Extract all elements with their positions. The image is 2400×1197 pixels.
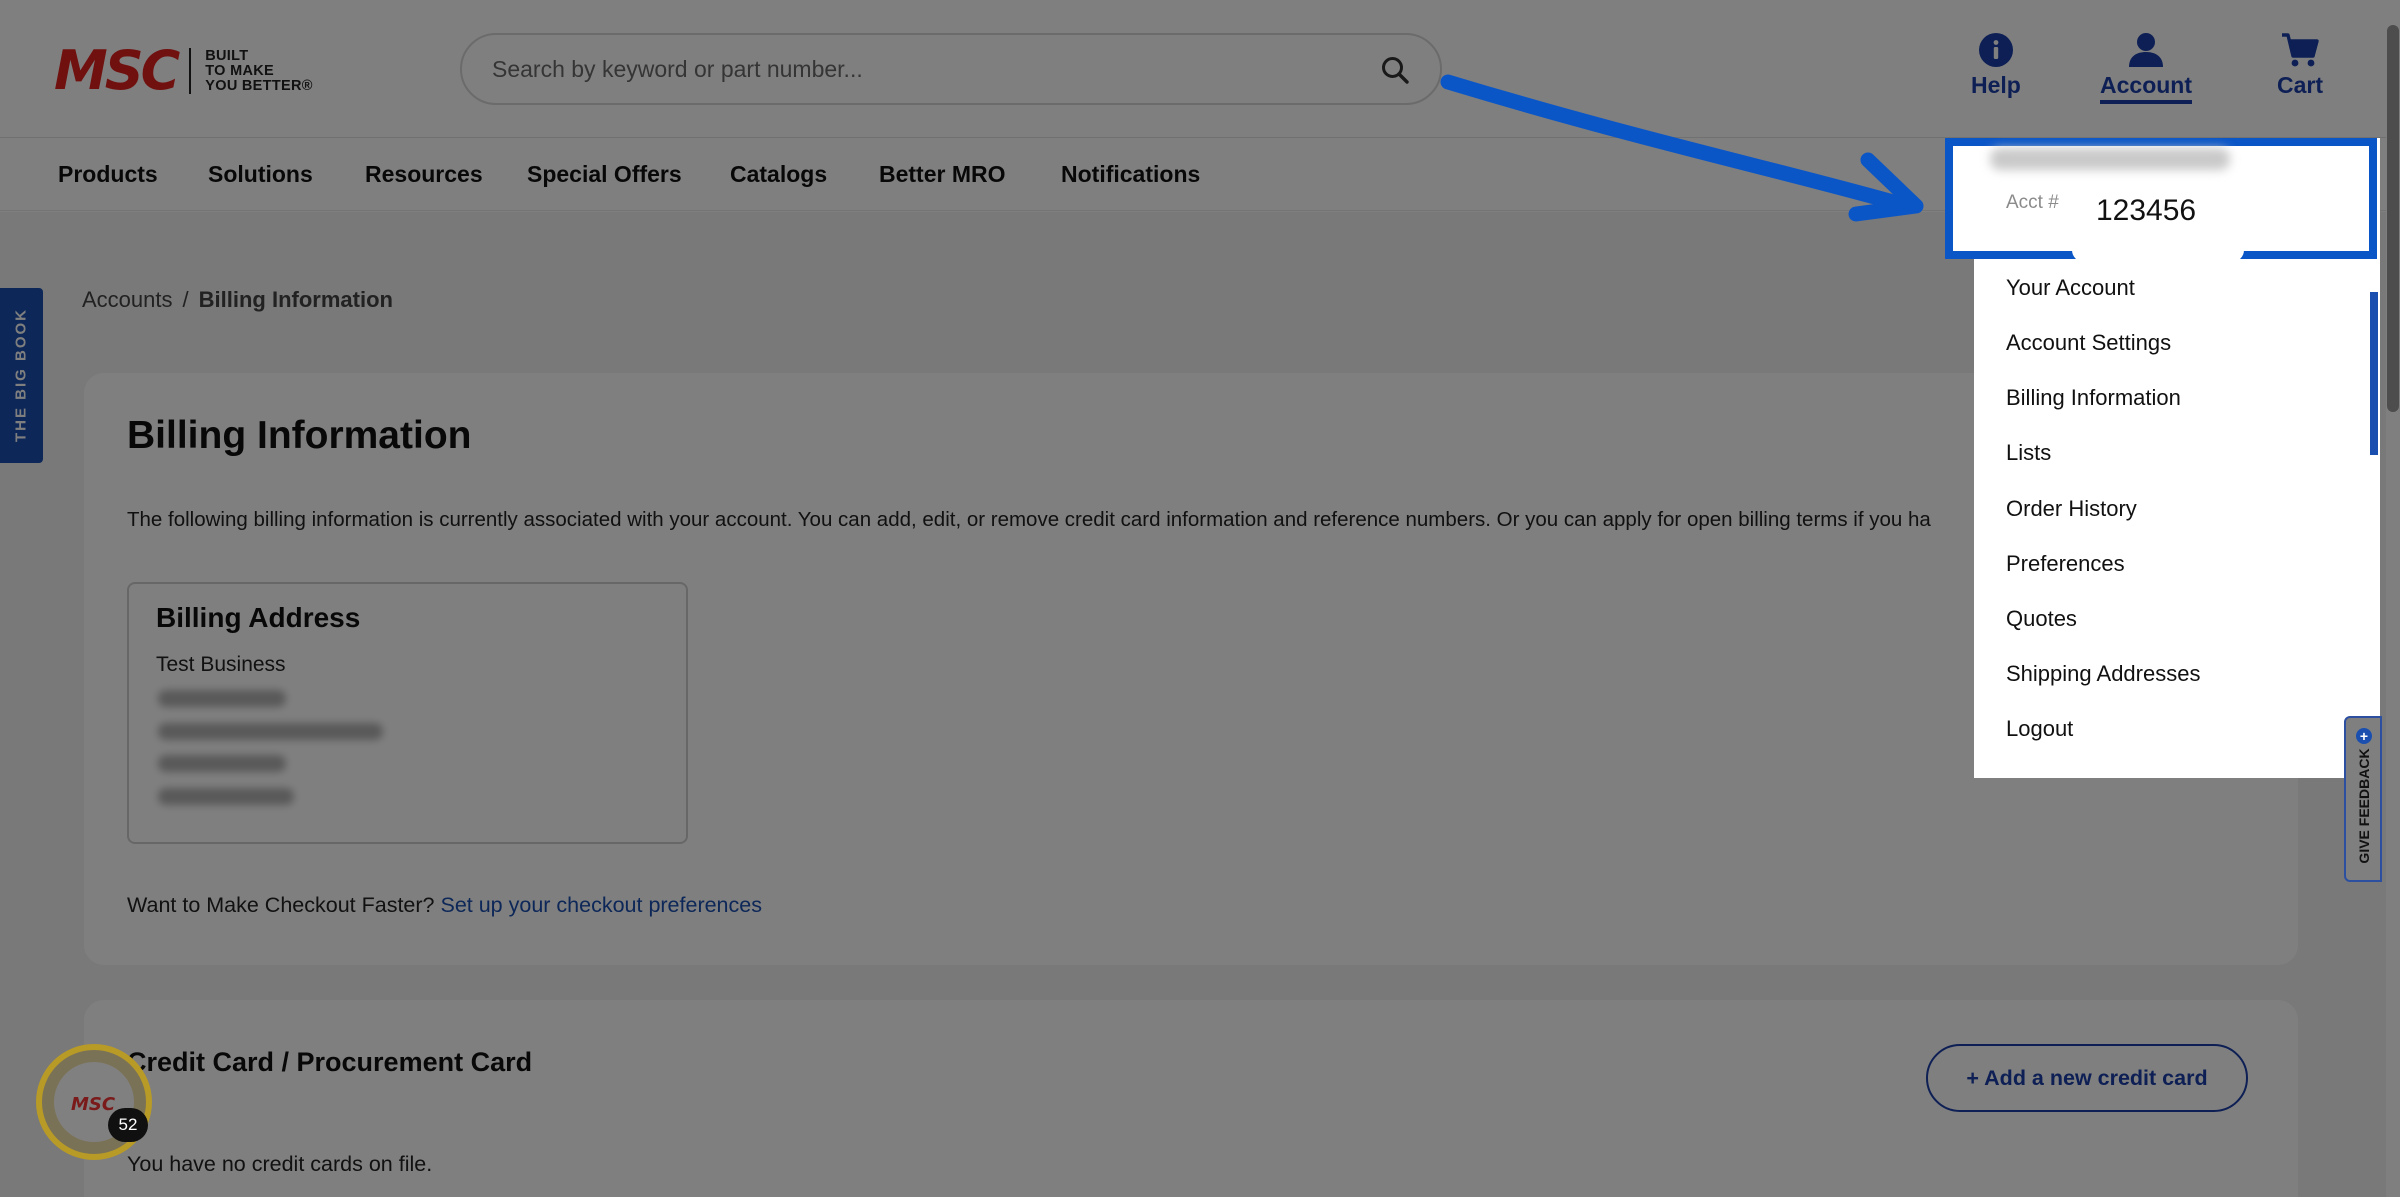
- rewards-count-badge: 52: [108, 1108, 148, 1142]
- give-feedback-label: GIVE FEEDBACK: [2356, 748, 2372, 864]
- menu-item-lists[interactable]: Lists: [2006, 440, 2051, 466]
- menu-item-shipping-addresses[interactable]: Shipping Addresses: [2006, 661, 2200, 687]
- menu-item-billing-information[interactable]: Billing Information: [2006, 385, 2181, 411]
- account-number-value: 123456: [2096, 194, 2197, 227]
- menu-item-logout[interactable]: Logout: [2006, 716, 2073, 742]
- menu-item-account-settings[interactable]: Account Settings: [2006, 330, 2171, 356]
- menu-item-quotes[interactable]: Quotes: [2006, 606, 2077, 632]
- menu-item-order-history[interactable]: Order History: [2006, 496, 2137, 522]
- account-number-label: Acct #: [2006, 192, 2059, 213]
- scrollbar-thumb[interactable]: [2387, 25, 2399, 412]
- menu-item-your-account[interactable]: Your Account: [2006, 275, 2135, 301]
- side-accent-bar: [2370, 292, 2378, 455]
- feedback-plus-icon: +: [2356, 728, 2372, 744]
- account-number-pill: [2072, 240, 2244, 262]
- redacted-account-name: [1990, 148, 2230, 170]
- menu-item-preferences[interactable]: Preferences: [2006, 551, 2125, 577]
